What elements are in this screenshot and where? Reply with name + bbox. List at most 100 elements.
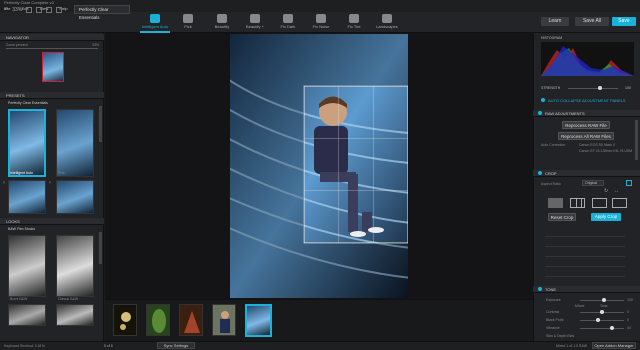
- crop-header[interactable]: CROP: [533, 170, 640, 177]
- tool-fix-tint[interactable]: Fix Tint: [339, 13, 369, 33]
- preset-label-intelligent-auto: Intelligent Auto: [10, 171, 33, 175]
- tool-landscapes[interactable]: Landscapes: [372, 13, 402, 33]
- tool-fix-dark[interactable]: Fix Dark: [273, 13, 303, 33]
- filmstrip-thumb-5-selected[interactable]: [245, 304, 272, 337]
- camera-line1: Canon EOS 5D Mark II: [579, 143, 615, 147]
- filmstrip-thumb-1[interactable]: [113, 304, 137, 336]
- open-addon-manager-button[interactable]: Open Addon Manager: [592, 342, 636, 349]
- tool-pick[interactable]: Pick: [173, 13, 203, 33]
- filmstrip-thumb-3[interactable]: [179, 304, 203, 336]
- status-left: Keyboard Shortcut: 0.61%: [4, 344, 45, 348]
- pick-icon: [183, 14, 193, 23]
- histogram-svg: [541, 46, 634, 76]
- strength-slider[interactable]: [568, 88, 618, 89]
- strength-value: 100: [625, 86, 631, 90]
- mountain-icon: [382, 14, 392, 23]
- look-thumb-4[interactable]: [56, 304, 94, 326]
- auto-collapse-label: AUTO COLLAPSE ADJUSTMENT PANELS: [548, 98, 626, 103]
- zoom-slider[interactable]: [6, 48, 98, 49]
- preset-thumb-3[interactable]: [8, 180, 46, 214]
- vibrance-slider[interactable]: [580, 328, 624, 329]
- brush-icon: [217, 14, 227, 23]
- crop-power-icon[interactable]: [538, 171, 542, 175]
- navigator-thumbnail[interactable]: [42, 52, 64, 82]
- crop-mode-solid[interactable]: [548, 198, 563, 208]
- look-label-burnt-bw: Burnt B&W: [10, 297, 28, 301]
- cloud-icon: [283, 14, 293, 23]
- learn-button[interactable]: Learn: [541, 17, 569, 26]
- crop-mode-diagonal[interactable]: [612, 198, 627, 208]
- exposure-value: 100: [627, 298, 633, 302]
- crop-mode-golden[interactable]: [592, 198, 607, 208]
- chevron-left-icon[interactable]: ‹: [3, 180, 5, 186]
- filmstrip-thumb-2[interactable]: [146, 304, 170, 336]
- look-thumb-3[interactable]: [8, 304, 46, 326]
- histogram-label: HISTOGRAM: [541, 36, 563, 40]
- dropper-icon: [349, 14, 359, 23]
- zoom-label: Zoom percent: [6, 43, 28, 47]
- look-thumb-classic-bw[interactable]: [56, 235, 94, 297]
- apply-crop-button[interactable]: Apply Crop: [591, 213, 621, 221]
- vibrance-label: Vibrance: [546, 326, 560, 330]
- looks-group[interactable]: B&W Film Stocks: [8, 227, 35, 231]
- save-all-button[interactable]: Save All: [575, 17, 609, 26]
- filmstrip-thumb-4[interactable]: [212, 304, 236, 336]
- tool-beautify-plus[interactable]: Beautify +: [240, 13, 270, 33]
- black-point-knob[interactable]: [596, 318, 600, 322]
- wand-icon: [150, 14, 160, 23]
- contrast-value: 0: [627, 310, 629, 314]
- rotate-icon[interactable]: ↻: [604, 188, 608, 194]
- tool-beautify[interactable]: Beautify: [207, 13, 237, 33]
- opt-tone[interactable]: Tone: [600, 304, 608, 308]
- crop-icon[interactable]: [626, 180, 632, 186]
- auto-collapse-toggle[interactable]: [541, 98, 545, 102]
- black-point-slider[interactable]: [580, 320, 624, 321]
- reprocess-all-raw-button[interactable]: Reprocess All RAW Files: [558, 132, 614, 140]
- tool-fix-noise[interactable]: Fix Noise: [306, 13, 336, 33]
- preset-thumb-intelligent-auto[interactable]: [8, 109, 46, 177]
- zoom-percent: 33%: [92, 43, 100, 47]
- look-thumb-burnt-bw[interactable]: [8, 235, 46, 297]
- main-photo[interactable]: [230, 34, 408, 298]
- looks-header[interactable]: LOOKS: [0, 218, 104, 225]
- single-view-icon[interactable]: [26, 7, 33, 13]
- presets-scrollbar[interactable]: [99, 106, 102, 142]
- sync-settings-button[interactable]: Sync Settings: [157, 342, 195, 349]
- save-button[interactable]: Save: [612, 17, 636, 26]
- photo-svg: [230, 34, 408, 298]
- compare-icon[interactable]: [56, 7, 63, 13]
- crop-mode-thirds[interactable]: [570, 198, 585, 208]
- side-by-side-icon[interactable]: [46, 7, 53, 13]
- preset-group[interactable]: Perfectly Clear Essentials: [8, 101, 48, 105]
- split-view-icon[interactable]: [36, 7, 43, 13]
- vibrance-knob[interactable]: [610, 326, 614, 330]
- reset-crop-button[interactable]: Reset Crop: [548, 213, 576, 221]
- reprocess-raw-button[interactable]: Reprocess RAW File: [562, 121, 610, 129]
- undo-icon[interactable]: ↶: [4, 7, 8, 13]
- navigator-header[interactable]: NAVIGATOR: [0, 34, 104, 41]
- view-controls: ↶ 33%: [4, 5, 63, 15]
- preset-thumb-4[interactable]: [56, 180, 94, 214]
- strength-knob[interactable]: [598, 86, 602, 90]
- tone-header[interactable]: TONE: [533, 286, 640, 293]
- preset-thumb-pick[interactable]: [56, 109, 94, 177]
- chevron-left-icon-2[interactable]: ‹: [49, 180, 51, 186]
- raw-power-icon[interactable]: [538, 111, 542, 115]
- pager-label: 5 of 5: [104, 344, 113, 348]
- flip-icon[interactable]: ↔: [614, 188, 619, 194]
- raw-adjustments-header[interactable]: RAW ADJUSTMENTS: [533, 110, 640, 117]
- opt-mixed[interactable]: Mixed: [575, 304, 584, 308]
- right-scrollbar[interactable]: [635, 120, 638, 160]
- auto-correction-label[interactable]: Auto Correction: [541, 143, 565, 147]
- preset-select[interactable]: Perfectly Clear Essentials: [74, 5, 130, 20]
- contrast-knob[interactable]: [600, 310, 604, 314]
- presets-header[interactable]: PRESETS: [0, 92, 104, 99]
- aspect-ratio-select[interactable]: Original: [582, 180, 604, 186]
- tool-intelligent-auto[interactable]: Intelligent Auto: [140, 13, 170, 33]
- tone-power-icon[interactable]: [538, 287, 542, 291]
- looks-scrollbar[interactable]: [99, 232, 102, 264]
- skin-depth-label: Skin & Depth Bias: [546, 334, 575, 338]
- look-label-classic-bw: Classic B&W: [58, 297, 79, 301]
- zoom-value[interactable]: 33%: [12, 7, 22, 13]
- exposure-knob[interactable]: [602, 298, 606, 302]
